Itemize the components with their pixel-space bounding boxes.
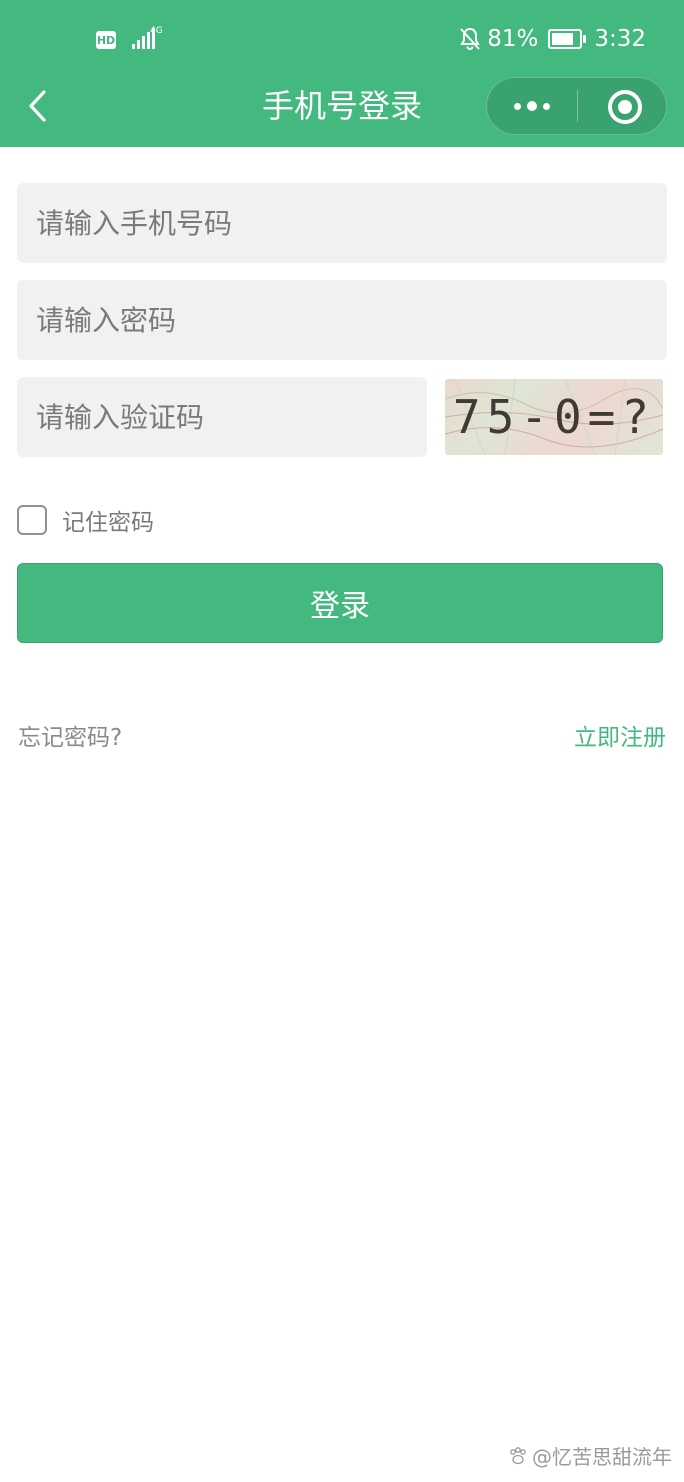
- more-menu-button[interactable]: [487, 78, 577, 134]
- status-bar-right: 81% 3:32: [459, 26, 646, 52]
- password-field: [17, 280, 667, 360]
- captcha-input[interactable]: [36, 377, 427, 457]
- watermark: @忆苦思甜流年: [508, 1441, 672, 1470]
- battery-percent: 81%: [487, 26, 539, 52]
- close-mini-program-button[interactable]: [608, 90, 642, 124]
- battery-icon: [548, 29, 587, 49]
- more-dots-icon-right: [543, 102, 550, 110]
- phone-input[interactable]: [36, 183, 667, 263]
- captcha-text: 75-0=?: [452, 390, 656, 444]
- capsule-divider: [577, 90, 578, 122]
- more-dots-icon: [514, 102, 521, 110]
- remember-password[interactable]: 记住密码: [17, 503, 154, 537]
- top-bar: HD 4G 81% 3:32 手机号登录: [0, 0, 684, 147]
- captcha-image[interactable]: 75-0=?: [445, 379, 663, 455]
- status-bar-left: HD 4G: [96, 27, 163, 49]
- forgot-password-link[interactable]: 忘记密码?: [18, 718, 122, 752]
- remember-checkbox[interactable]: [17, 505, 47, 535]
- signal-indicator: 4G: [122, 27, 163, 49]
- network-type-label: 4G: [150, 26, 163, 36]
- password-input[interactable]: [36, 280, 667, 360]
- phone-field: [17, 183, 667, 263]
- battery-fill: [552, 33, 574, 45]
- remember-label: 记住密码: [62, 510, 154, 536]
- register-link[interactable]: 立即注册: [574, 718, 666, 752]
- clock: 3:32: [594, 26, 646, 52]
- bell-off-icon: [460, 27, 480, 50]
- captcha-field: [17, 377, 427, 457]
- hd-badge: HD: [96, 31, 116, 49]
- watermark-text: @忆苦思甜流年: [532, 1445, 672, 1469]
- mini-program-capsule: [486, 77, 667, 135]
- login-button[interactable]: 登录: [17, 563, 663, 643]
- more-dots-icon-center: [527, 101, 537, 111]
- paw-icon: [510, 1446, 526, 1464]
